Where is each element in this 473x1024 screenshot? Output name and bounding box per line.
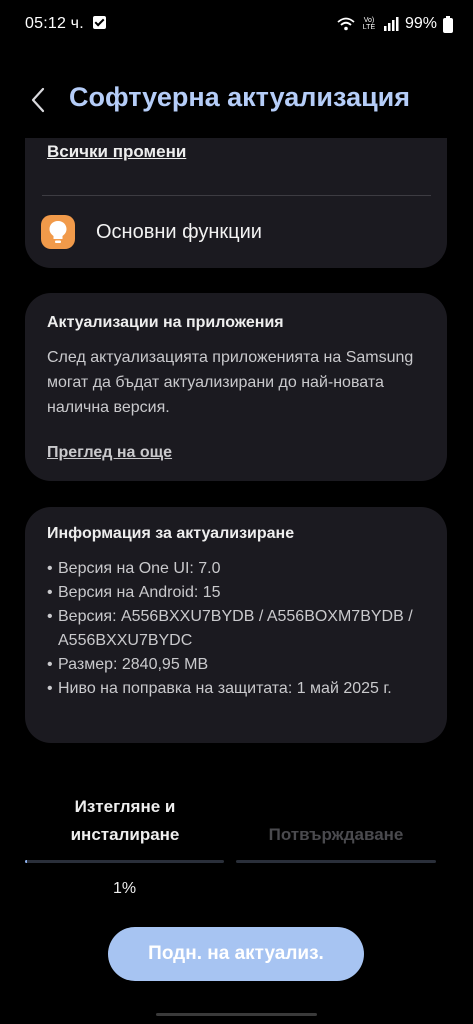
app-updates-card: Актуализации на приложения След актуализ… (25, 293, 447, 481)
battery-percent: 99% (404, 15, 437, 32)
header: Софтуерна актуализация (0, 70, 473, 130)
info-item-build-version: Версия: A556BXXU7BYDB / A556BOXM7BYDB / … (47, 605, 432, 653)
status-bar: 05:12 ч. Vo) LTE 99% (0, 0, 473, 48)
lightbulb-icon (41, 215, 75, 249)
battery-icon (443, 15, 453, 33)
chevron-left-icon[interactable] (28, 85, 50, 115)
verify-progress-bar (236, 860, 436, 863)
signal-icon (383, 17, 399, 31)
progress-percent: 1% (112, 880, 137, 897)
volte-icon: Vo) LTE (362, 17, 376, 31)
status-time: 05:12 ч. (25, 15, 84, 32)
feature-row[interactable]: Основни функции (41, 214, 431, 250)
update-info-list: Версия на One UI: 7.0 Версия на Android:… (47, 557, 432, 701)
status-icons: Vo) LTE 99% (337, 14, 453, 34)
wifi-icon (337, 17, 355, 31)
step-verify: Потвърждаване (268, 825, 404, 844)
update-info-title: Информация за актуализиране (47, 525, 295, 542)
download-progress-fill (25, 860, 27, 863)
divider (42, 195, 431, 196)
step-download-install: Изтегляне и инсталиране (70, 797, 180, 844)
pause-update-button[interactable]: Подн. на актуализ. (108, 927, 364, 981)
page-title: Софтуерна актуализация (69, 82, 411, 112)
info-item-one-ui-version: Версия на One UI: 7.0 (47, 557, 432, 581)
info-item-security-patch: Ниво на поправка на защитата: 1 май 2025… (47, 677, 432, 701)
see-more-link[interactable]: Преглед на още (47, 444, 172, 462)
info-item-android-version: Версия на Android: 15 (47, 581, 432, 605)
download-progress-bar (25, 860, 224, 863)
feature-label: Основни функции (96, 220, 262, 243)
app-updates-description: След актуализацията приложенията на Sams… (47, 349, 414, 416)
all-changes-link[interactable]: Всички промени (47, 142, 186, 162)
app-updates-title: Актуализации на приложения (47, 314, 284, 331)
changes-card: Всички промени Основни функции (25, 138, 447, 268)
home-indicator (156, 1013, 317, 1016)
update-info-card: Информация за актуализиране Версия на On… (25, 507, 447, 743)
check-box-icon (93, 16, 106, 29)
info-item-size: Размер: 2840,95 MB (47, 653, 432, 677)
